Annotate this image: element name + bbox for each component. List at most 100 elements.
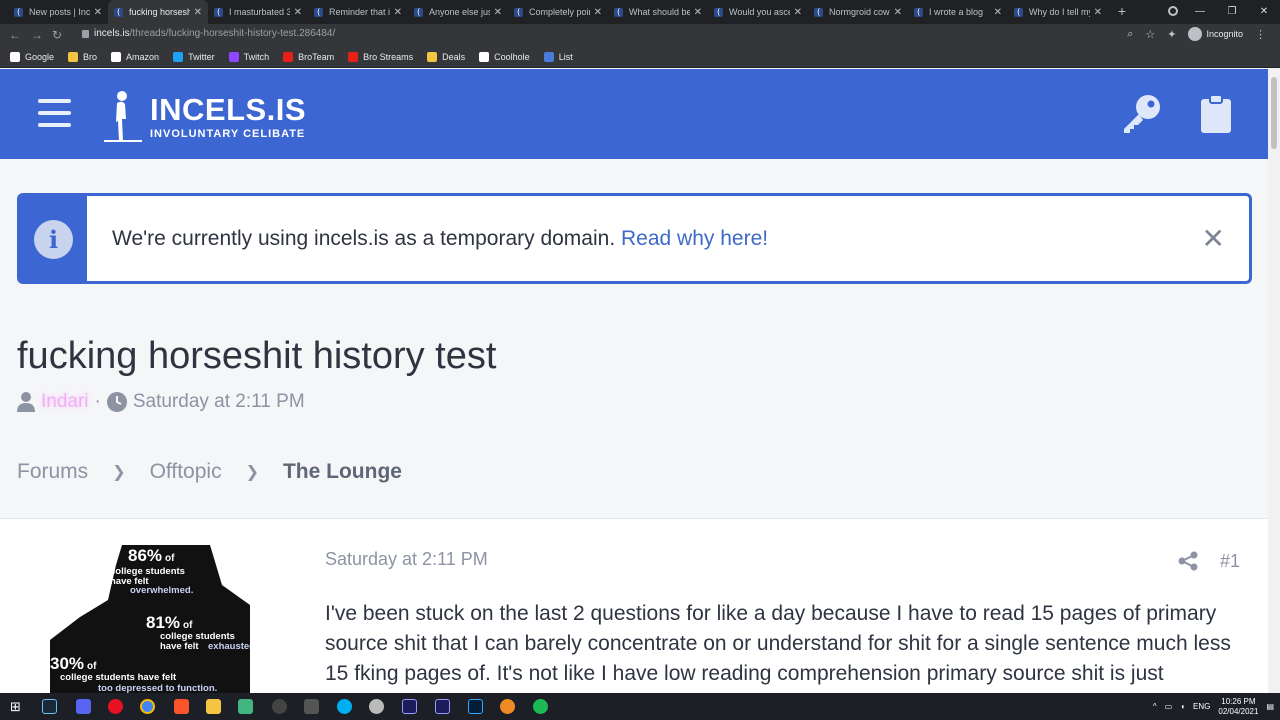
bookmark-item[interactable]: Bro [68,51,98,62]
bookmark-item[interactable]: Coolhole [479,51,530,62]
bookmark-label: Bro [83,51,98,62]
browser-tab[interactable]: {What should be ✕ [608,0,708,24]
discord-icon[interactable] [76,699,91,714]
notice-link[interactable]: Read why here! [621,227,768,250]
tab-close-icon[interactable]: ✕ [994,7,1002,18]
scrollbar-thumb[interactable] [1271,77,1277,149]
file-explorer-icon[interactable] [206,699,221,714]
system-tray: ^ ▭ ◖ ENG 10:26 PM 02/04/2021 ▤ [1153,693,1274,720]
bookmark-item[interactable]: Bro Streams [348,51,413,62]
site-header: INCELS.IS INVOLUNTARY CELIBATE [0,69,1268,159]
site-logo[interactable]: INCELS.IS INVOLUNTARY CELIBATE [100,91,306,143]
close-window-icon[interactable]: ✕ [1248,0,1280,24]
bookmark-icon [543,51,554,62]
author-link[interactable]: Indari [41,391,89,413]
close-icon[interactable]: ✕ [1202,222,1225,255]
zoom-icon[interactable]: ⌕ [1127,28,1133,41]
tab-close-icon[interactable]: ✕ [94,7,102,18]
bookmark-icon [283,51,294,62]
bookmark-item[interactable]: Google [10,51,54,62]
key-icon[interactable] [1120,94,1162,134]
windows-start-icon[interactable]: ⊞ [10,699,21,715]
tab-close-icon[interactable]: ✕ [594,7,602,18]
tab-close-icon[interactable]: ✕ [294,7,302,18]
tab-close-icon[interactable]: ✕ [394,7,402,18]
menu-icon[interactable]: ⋮ [1255,28,1266,41]
url-field[interactable]: incels.is/threads/fucking-horseshit-hist… [72,26,1122,44]
browser-tab[interactable]: {Anyone else just ✕ [408,0,508,24]
maximize-icon[interactable]: ❐ [1216,0,1248,24]
chrome-icon[interactable] [140,699,155,714]
volume-icon[interactable]: ◖ [1180,702,1185,711]
tab-close-icon[interactable]: ✕ [1094,7,1102,18]
bookmark-star-icon[interactable]: ☆ [1145,28,1155,41]
notice-sidebar: i [20,196,87,281]
tab-label: Would you asce [729,7,790,17]
browser-tab[interactable]: {Completely point ✕ [508,0,608,24]
app-icon[interactable] [500,699,515,714]
window-controls: — ❐ ✕ [1184,0,1280,24]
tab-close-icon[interactable]: ✕ [494,7,502,18]
thread-meta: Indari · Saturday at 2:11 PM [17,391,305,413]
brave-icon[interactable] [174,699,189,714]
browser-tab[interactable]: {I masturbated 3 ✕ [208,0,308,24]
post-number-link[interactable]: #1 [1220,551,1240,572]
breadcrumb-the-lounge[interactable]: The Lounge [283,460,402,484]
notifications-icon[interactable]: ▤ [1266,702,1274,711]
browser-tab[interactable]: {Reminder that if ✕ [308,0,408,24]
browser-tab[interactable]: {Normgroid cow ✕ [808,0,908,24]
premiere-icon[interactable] [402,699,417,714]
lang-indicator[interactable]: ENG [1193,702,1210,711]
thread-date[interactable]: Saturday at 2:11 PM [133,391,305,413]
browser-tab[interactable]: {fucking horseshit ✕ [108,0,208,24]
incognito-indicator[interactable]: Incognito [1188,27,1243,41]
tab-close-icon[interactable]: ✕ [894,7,902,18]
browser-tab[interactable]: {I wrote a blog ✕ [908,0,1008,24]
bookmark-item[interactable]: Amazon [111,51,159,62]
tab-label: Anyone else just [429,7,490,17]
browser-tab[interactable]: {Would you asce ✕ [708,0,808,24]
breadcrumb-forums[interactable]: Forums [17,460,88,484]
clipboard-icon[interactable] [1200,94,1232,134]
extensions-icon[interactable]: ✦ [1167,28,1176,41]
notice-message: We're currently using incels.is as a tem… [112,227,768,251]
app-icon[interactable] [369,699,384,714]
chevron-up-icon[interactable]: ^ [1153,702,1157,711]
tab-close-icon[interactable]: ✕ [694,7,702,18]
breadcrumb-offtopic[interactable]: Offtopic [150,460,222,484]
tab-close-icon[interactable]: ✕ [194,7,202,18]
tab-label: New posts | Incels [29,7,90,17]
skype-icon[interactable] [337,699,352,714]
after-effects-icon[interactable] [435,699,450,714]
network-icon[interactable]: ▭ [1165,702,1173,711]
avatar[interactable]: 86% of college students have felt overwhe… [50,545,250,693]
opera-icon[interactable] [108,699,123,714]
bookmark-item[interactable]: List [543,51,573,62]
browser-tab[interactable]: {Why do I tell my ✕ [1008,0,1108,24]
reload-icon[interactable]: ↻ [52,28,62,42]
browser-tab[interactable]: {New posts | Incels ✕ [8,0,108,24]
bookmark-item[interactable]: Twitter [173,51,215,62]
hamburger-menu-icon[interactable] [38,99,71,127]
url-path: /threads/fucking-horseshit-history-test.… [129,28,336,39]
spotify-icon[interactable] [533,699,548,714]
forward-icon[interactable]: → [31,28,43,42]
media-control-icon[interactable] [1168,6,1178,16]
photoshop-icon[interactable] [468,699,483,714]
bookmark-item[interactable]: BroTeam [283,51,334,62]
tab-close-icon[interactable]: ✕ [794,7,802,18]
bookmark-item[interactable]: Twitch [228,51,269,62]
share-icon[interactable] [1178,551,1198,571]
page-scrollbar[interactable] [1268,69,1280,693]
webpage: INCELS.IS INVOLUNTARY CELIBATE i We're c… [0,69,1268,693]
back-icon[interactable]: ← [9,28,21,42]
clock[interactable]: 10:26 PM 02/04/2021 [1218,697,1258,717]
settings-icon[interactable] [272,699,287,714]
bookmark-item[interactable]: Deals [427,51,465,62]
steam-icon[interactable] [42,699,57,714]
new-tab-button[interactable]: + [1114,3,1130,19]
app-icon[interactable] [238,699,253,714]
app-icon[interactable] [304,699,319,714]
minimize-icon[interactable]: — [1184,0,1216,24]
post-date[interactable]: Saturday at 2:11 PM [325,549,488,570]
